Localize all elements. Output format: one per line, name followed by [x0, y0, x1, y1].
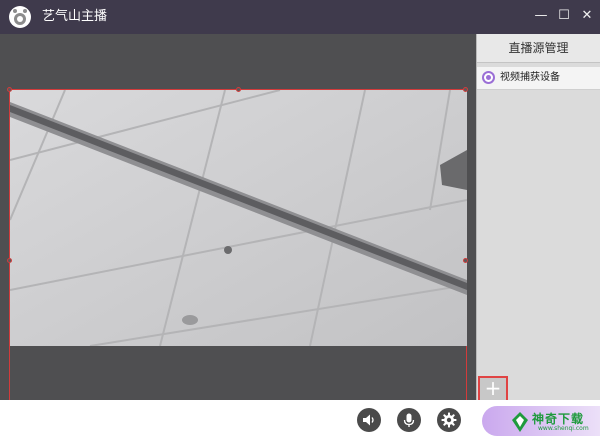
resize-handle-top-left[interactable]	[7, 87, 12, 92]
window-title: 艺气山主播	[42, 9, 108, 24]
watermark-subtext: www.shenqi.com	[538, 425, 589, 432]
add-source-button[interactable]: +	[478, 376, 508, 402]
resize-handle-top[interactable]	[236, 87, 241, 92]
watermark-logo: 神奇下载 www.shenqi.com	[510, 408, 600, 436]
speaker-icon	[363, 414, 374, 426]
minimize-button[interactable]: —	[530, 5, 552, 27]
microphone-icon	[403, 413, 415, 427]
watermark-leaf-icon	[512, 412, 528, 432]
gear-icon	[441, 412, 457, 428]
resize-handle-top-right[interactable]	[463, 87, 468, 92]
panel-title: 直播源管理	[477, 34, 600, 63]
speaker-button[interactable]	[357, 408, 381, 432]
title-bar: 艺气山主播 — ☐ ✕	[0, 0, 600, 34]
app-logo-icon	[9, 6, 31, 28]
preview-stage	[0, 34, 476, 401]
settings-button[interactable]	[437, 408, 461, 432]
maximize-button[interactable]: ☐	[553, 5, 575, 27]
resize-handle-left[interactable]	[7, 258, 12, 263]
source-item-video-capture[interactable]: 视频捕获设备	[477, 67, 600, 90]
resize-handle-right[interactable]	[463, 258, 468, 263]
source-management-panel: 直播源管理 视频捕获设备	[476, 34, 600, 400]
bottom-toolbar: 神奇下载 www.shenqi.com	[0, 400, 600, 442]
source-radio[interactable]	[482, 71, 495, 84]
app-window: 艺气山主播 — ☐ ✕ 直播源管理 视频捕获设备 + 神奇下载 www.shen…	[0, 0, 600, 442]
camera-preview	[10, 90, 467, 346]
microphone-button[interactable]	[397, 408, 421, 432]
video-source-selection[interactable]	[7, 87, 468, 401]
source-label: 视频捕获设备	[500, 72, 560, 83]
close-button[interactable]: ✕	[576, 5, 598, 27]
